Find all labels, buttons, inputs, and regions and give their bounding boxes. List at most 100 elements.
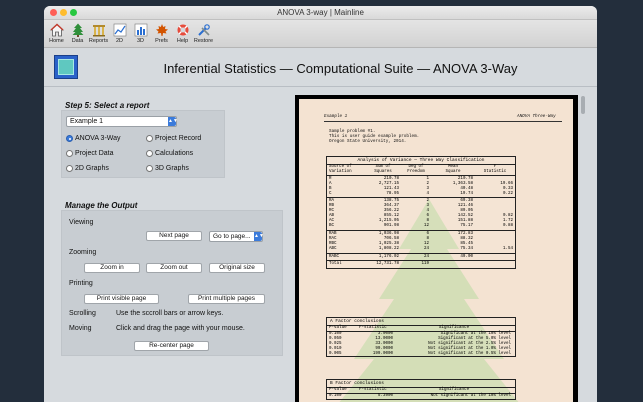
report-page[interactable]: Example 1 ANOVA Three-Way Sample problem… xyxy=(295,95,578,402)
radio-dot xyxy=(146,165,153,172)
anova-row-group: RABC 1,176.02 24 49.00 xyxy=(327,254,515,262)
anova-caption: Analysis of Variance — Three Way Classif… xyxy=(327,157,515,165)
toolbar-home-button[interactable]: Home xyxy=(46,20,67,47)
table-cell: 5.3900 xyxy=(377,393,393,398)
toolbar-reports-button[interactable]: Reports xyxy=(88,20,109,47)
toolbar-help-button[interactable]: Help xyxy=(172,20,193,47)
intro-line-3: Oregon State University, 2014. xyxy=(329,139,407,144)
original-size-button[interactable]: Original size xyxy=(209,263,265,273)
zoom-in-button[interactable]: Zoom in xyxy=(84,263,140,273)
radio-dot xyxy=(146,135,153,142)
radio-project-data[interactable]: Project Data xyxy=(66,150,114,157)
radio-calculations[interactable]: Calculations xyxy=(146,150,193,157)
table-cell: Total xyxy=(329,262,342,267)
conclusion-header-cell: Significance xyxy=(438,388,470,392)
toolbar-data-button[interactable]: Data xyxy=(67,20,88,47)
radio-3d-graphs[interactable]: 3D Graphs xyxy=(146,165,189,172)
print-multiple-pages-button[interactable]: Print multiple pages xyxy=(188,294,265,304)
toolbar-prefs-button[interactable]: Prefs xyxy=(151,20,172,47)
table-cell: 75.34 xyxy=(460,246,473,251)
b-factor-body: 0.100 5.3900 Not significant at the 10% le… xyxy=(327,394,515,399)
table-cell: 24 xyxy=(423,254,429,259)
manage-output-title: Manage the Output xyxy=(65,201,138,210)
title-bar: ANOVA 3-way | Mainline xyxy=(44,6,597,20)
scrolling-label: Scrolling xyxy=(69,310,96,317)
table-cell: ABC xyxy=(329,246,337,251)
print-visible-page-button[interactable]: Print visible page xyxy=(84,294,159,304)
page-header: Inferential Statistics — Computational S… xyxy=(44,49,597,87)
anova-row-group: RAB 1,036.98 6 172.83 RAC 706.58 8 88.32 RBC 1,02… xyxy=(327,231,515,254)
table-row: RABC 1,176.02 24 49.00 xyxy=(327,255,515,260)
report-header-right: ANOVA Three-Way xyxy=(517,114,556,119)
goto-page-label: Go to page... xyxy=(213,233,251,240)
toolbar-2d-label: 2D xyxy=(115,38,124,44)
anova-row-group: R 210.78 1 210.78 A 2,727.15 2 1,363.58 19.66 B 12… xyxy=(327,176,515,199)
radio-dot xyxy=(66,135,73,142)
toolbar-home-label: Home xyxy=(49,38,64,44)
radio-2d-graphs[interactable]: 2D Graphs xyxy=(66,165,109,172)
lifebuoy-icon xyxy=(175,22,190,37)
maple-leaf-icon xyxy=(154,22,169,37)
table-cell: 78.95 xyxy=(386,191,399,196)
toolbar-2d-button[interactable]: 2D xyxy=(109,20,130,47)
conclusion-header-cell: P-value xyxy=(329,326,347,330)
zooming-label: Zooming xyxy=(69,249,97,256)
moving-hint: Click and drag the page with your mouse. xyxy=(116,325,245,332)
toolbar-restore-button[interactable]: Restore xyxy=(193,20,214,47)
toolbar-3d-button[interactable]: 3D xyxy=(130,20,151,47)
b-factor-caption: B Factor conclusions xyxy=(327,380,515,388)
table-cell xyxy=(431,262,475,267)
toolbar-help-label: Help xyxy=(176,38,189,44)
tools-icon xyxy=(196,22,211,37)
zoom-out-button[interactable]: Zoom out xyxy=(146,263,202,273)
radio-anova-3way[interactable]: ANOVA 3-Way xyxy=(66,135,121,142)
radio-label: Project Data xyxy=(75,150,114,157)
table-cell: 19.74 xyxy=(460,191,473,196)
radio-project-record[interactable]: Project Record xyxy=(146,135,201,142)
table-cell: 199.0000 xyxy=(372,351,393,356)
example-select-value: Example 1 xyxy=(70,118,104,125)
vertical-scrollbar[interactable] xyxy=(581,96,585,114)
anova-header-cell: Squares xyxy=(374,169,392,174)
manage-output-box: Viewing Next page Go to page... ▲▼ Zoomi… xyxy=(61,210,283,356)
b-factor-table: B Factor conclusions P-value F-statistic S… xyxy=(326,379,516,400)
conclusion-header-cell: P-value xyxy=(329,388,347,392)
window-title: ANOVA 3-way | Mainline xyxy=(277,8,364,17)
a-factor-caption: A Factor conclusions xyxy=(327,318,515,326)
table-cell: 75.17 xyxy=(460,223,473,228)
conclusion-header-row: P-value F-statistic Significance xyxy=(327,326,515,331)
conclusion-header-row: P-value F-statistic Significance xyxy=(327,388,515,393)
goto-page-select[interactable]: Go to page... ▲▼ xyxy=(209,231,264,242)
example-select[interactable]: Example 1 ▲▼ xyxy=(66,116,178,127)
radio-label: 3D Graphs xyxy=(155,165,189,172)
report-select-box: Example 1 ▲▼ ANOVA 3-Way Project Record … xyxy=(61,110,225,178)
app-window: ANOVA 3-way | Mainline Home Data Reports… xyxy=(44,6,597,402)
anova-header-cell: Freedom xyxy=(407,169,425,174)
report-header-left: Example 1 xyxy=(324,114,348,119)
conclusion-header-cell: F-statistic xyxy=(359,326,387,330)
toolbar-data-label: Data xyxy=(71,38,84,44)
step5-title: Step 5: Select a report xyxy=(65,101,150,110)
conclusion-header-cell: Significance xyxy=(438,326,470,330)
table-row: Total 12,731.78 119 xyxy=(327,262,515,267)
left-panel: Step 5: Select a report Example 1 ▲▼ ANO… xyxy=(44,88,294,402)
viewing-label: Viewing xyxy=(69,219,94,226)
table-cell: Not significant at the 0.5% level xyxy=(428,351,511,356)
anova-table: Analysis of Variance — Three Way Classif… xyxy=(326,156,516,270)
table-row: 0.005 199.0000 Not significant at the 0.5%… xyxy=(327,352,515,357)
radio-dot xyxy=(66,165,73,172)
toolbar: Home Data Reports 2D 3D Prefs Help Resto… xyxy=(44,20,597,48)
toolbar-restore-label: Restore xyxy=(193,38,214,44)
table-cell: 12,731.78 xyxy=(376,262,399,267)
table-row: ABC 1,808.22 24 75.34 1.54 xyxy=(327,247,515,252)
printing-label: Printing xyxy=(69,280,93,287)
table-cell: 0.005 xyxy=(329,351,342,356)
table-cell: 24 xyxy=(423,246,429,251)
radio-label: Project Record xyxy=(155,135,202,142)
tree-icon xyxy=(70,22,85,37)
recenter-page-button[interactable]: Re-center page xyxy=(134,341,209,351)
table-row: BC 901.98 12 75.17 0.88 xyxy=(327,224,515,229)
table-cell: 119 xyxy=(421,262,429,267)
radio-label: ANOVA 3-Way xyxy=(75,135,121,142)
next-page-button[interactable]: Next page xyxy=(146,231,202,241)
